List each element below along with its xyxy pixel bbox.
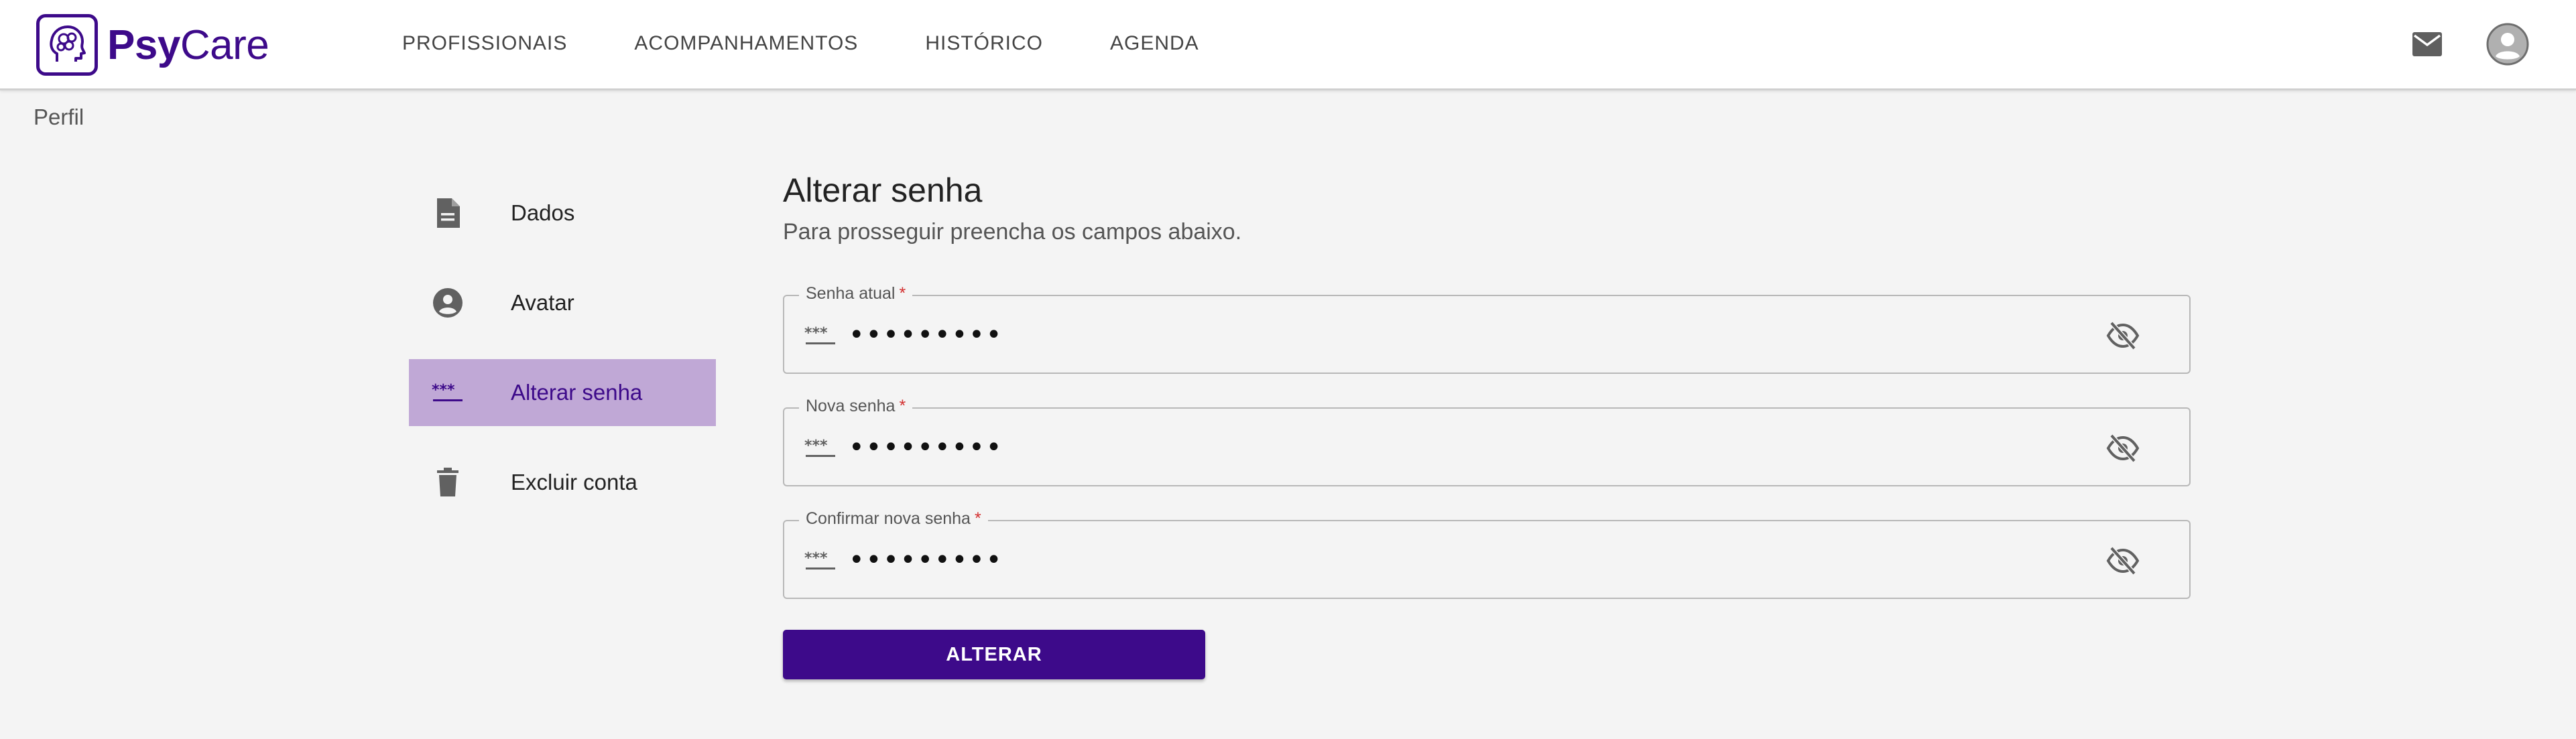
nav-item-profissionais[interactable]: PROFISSIONAIS: [402, 32, 567, 55]
sidebar-item-avatar[interactable]: Avatar: [409, 269, 716, 336]
password-icon: ***: [432, 377, 464, 409]
account-circle-icon[interactable]: [2486, 22, 2530, 66]
svg-text:***: ***: [804, 325, 828, 342]
submit-change-password-button[interactable]: ALTERAR: [783, 630, 1205, 679]
account-circle-icon: [432, 287, 464, 319]
field-label: Nova senha *: [799, 397, 913, 416]
field-label: Senha atual *: [799, 284, 913, 304]
password-icon: ***: [804, 438, 835, 457]
profile-sidebar: Dados Avatar *** Alterar senha Excluir c…: [409, 180, 716, 539]
visibility-off-icon[interactable]: [2106, 545, 2140, 576]
current-password-input[interactable]: [849, 314, 2055, 356]
brand-name-bold: Psy: [107, 21, 180, 68]
nav-item-historico[interactable]: HISTÓRICO: [925, 32, 1043, 55]
field-label-text: Confirmar nova senha: [806, 509, 971, 528]
new-password-field[interactable]: Nova senha * ***: [783, 397, 2191, 486]
sidebar-item-excluir-conta[interactable]: Excluir conta: [409, 449, 716, 516]
required-mark: *: [974, 509, 981, 528]
sidebar-item-label: Excluir conta: [511, 470, 637, 494]
field-label-text: Senha atual: [806, 284, 896, 303]
required-mark: *: [899, 397, 906, 415]
current-password-field[interactable]: Senha atual * ***: [783, 284, 2191, 374]
confirm-password-input[interactable]: [849, 539, 2055, 582]
app-header: PsyCare PROFISSIONAIS ACOMPANHAMENTOS HI…: [0, 0, 2576, 90]
nav-item-acompanhamentos[interactable]: ACOMPANHAMENTOS: [634, 32, 858, 55]
visibility-off-icon[interactable]: [2106, 320, 2140, 351]
brand-logo[interactable]: PsyCare: [36, 14, 269, 76]
trash-icon: [432, 466, 464, 498]
svg-text:***: ***: [804, 438, 828, 454]
field-label-text: Nova senha: [806, 397, 896, 415]
sidebar-item-label: Avatar: [511, 290, 574, 315]
confirm-password-field[interactable]: Confirmar nova senha * ***: [783, 509, 2191, 599]
document-icon: [432, 197, 464, 229]
change-password-form: Alterar senha Para prosseguir preencha o…: [783, 171, 2191, 599]
required-mark: *: [899, 284, 906, 303]
field-label: Confirmar nova senha *: [799, 509, 988, 529]
sidebar-item-dados[interactable]: Dados: [409, 180, 716, 247]
password-icon: ***: [804, 325, 835, 344]
brand-name-light: Care: [180, 21, 269, 68]
svg-text:***: ***: [432, 383, 455, 399]
page-subtitle: Para prosseguir preencha os campos abaix…: [783, 219, 1242, 245]
password-icon: ***: [804, 550, 835, 569]
new-password-input[interactable]: [849, 426, 2055, 469]
brand-name: PsyCare: [107, 21, 269, 69]
main-nav: PROFISSIONAIS ACOMPANHAMENTOS HISTÓRICO …: [402, 0, 1266, 87]
mail-icon[interactable]: [2405, 22, 2449, 66]
page-title: Alterar senha: [783, 172, 983, 209]
sidebar-item-label: Alterar senha: [511, 380, 643, 405]
visibility-off-icon[interactable]: [2106, 433, 2140, 464]
breadcrumb: Perfil: [34, 105, 84, 129]
sidebar-item-label: Dados: [511, 200, 575, 225]
sidebar-item-alterar-senha[interactable]: *** Alterar senha: [409, 359, 716, 426]
nav-item-agenda[interactable]: AGENDA: [1110, 32, 1199, 55]
brain-head-icon: [36, 14, 98, 76]
svg-text:***: ***: [804, 550, 828, 567]
